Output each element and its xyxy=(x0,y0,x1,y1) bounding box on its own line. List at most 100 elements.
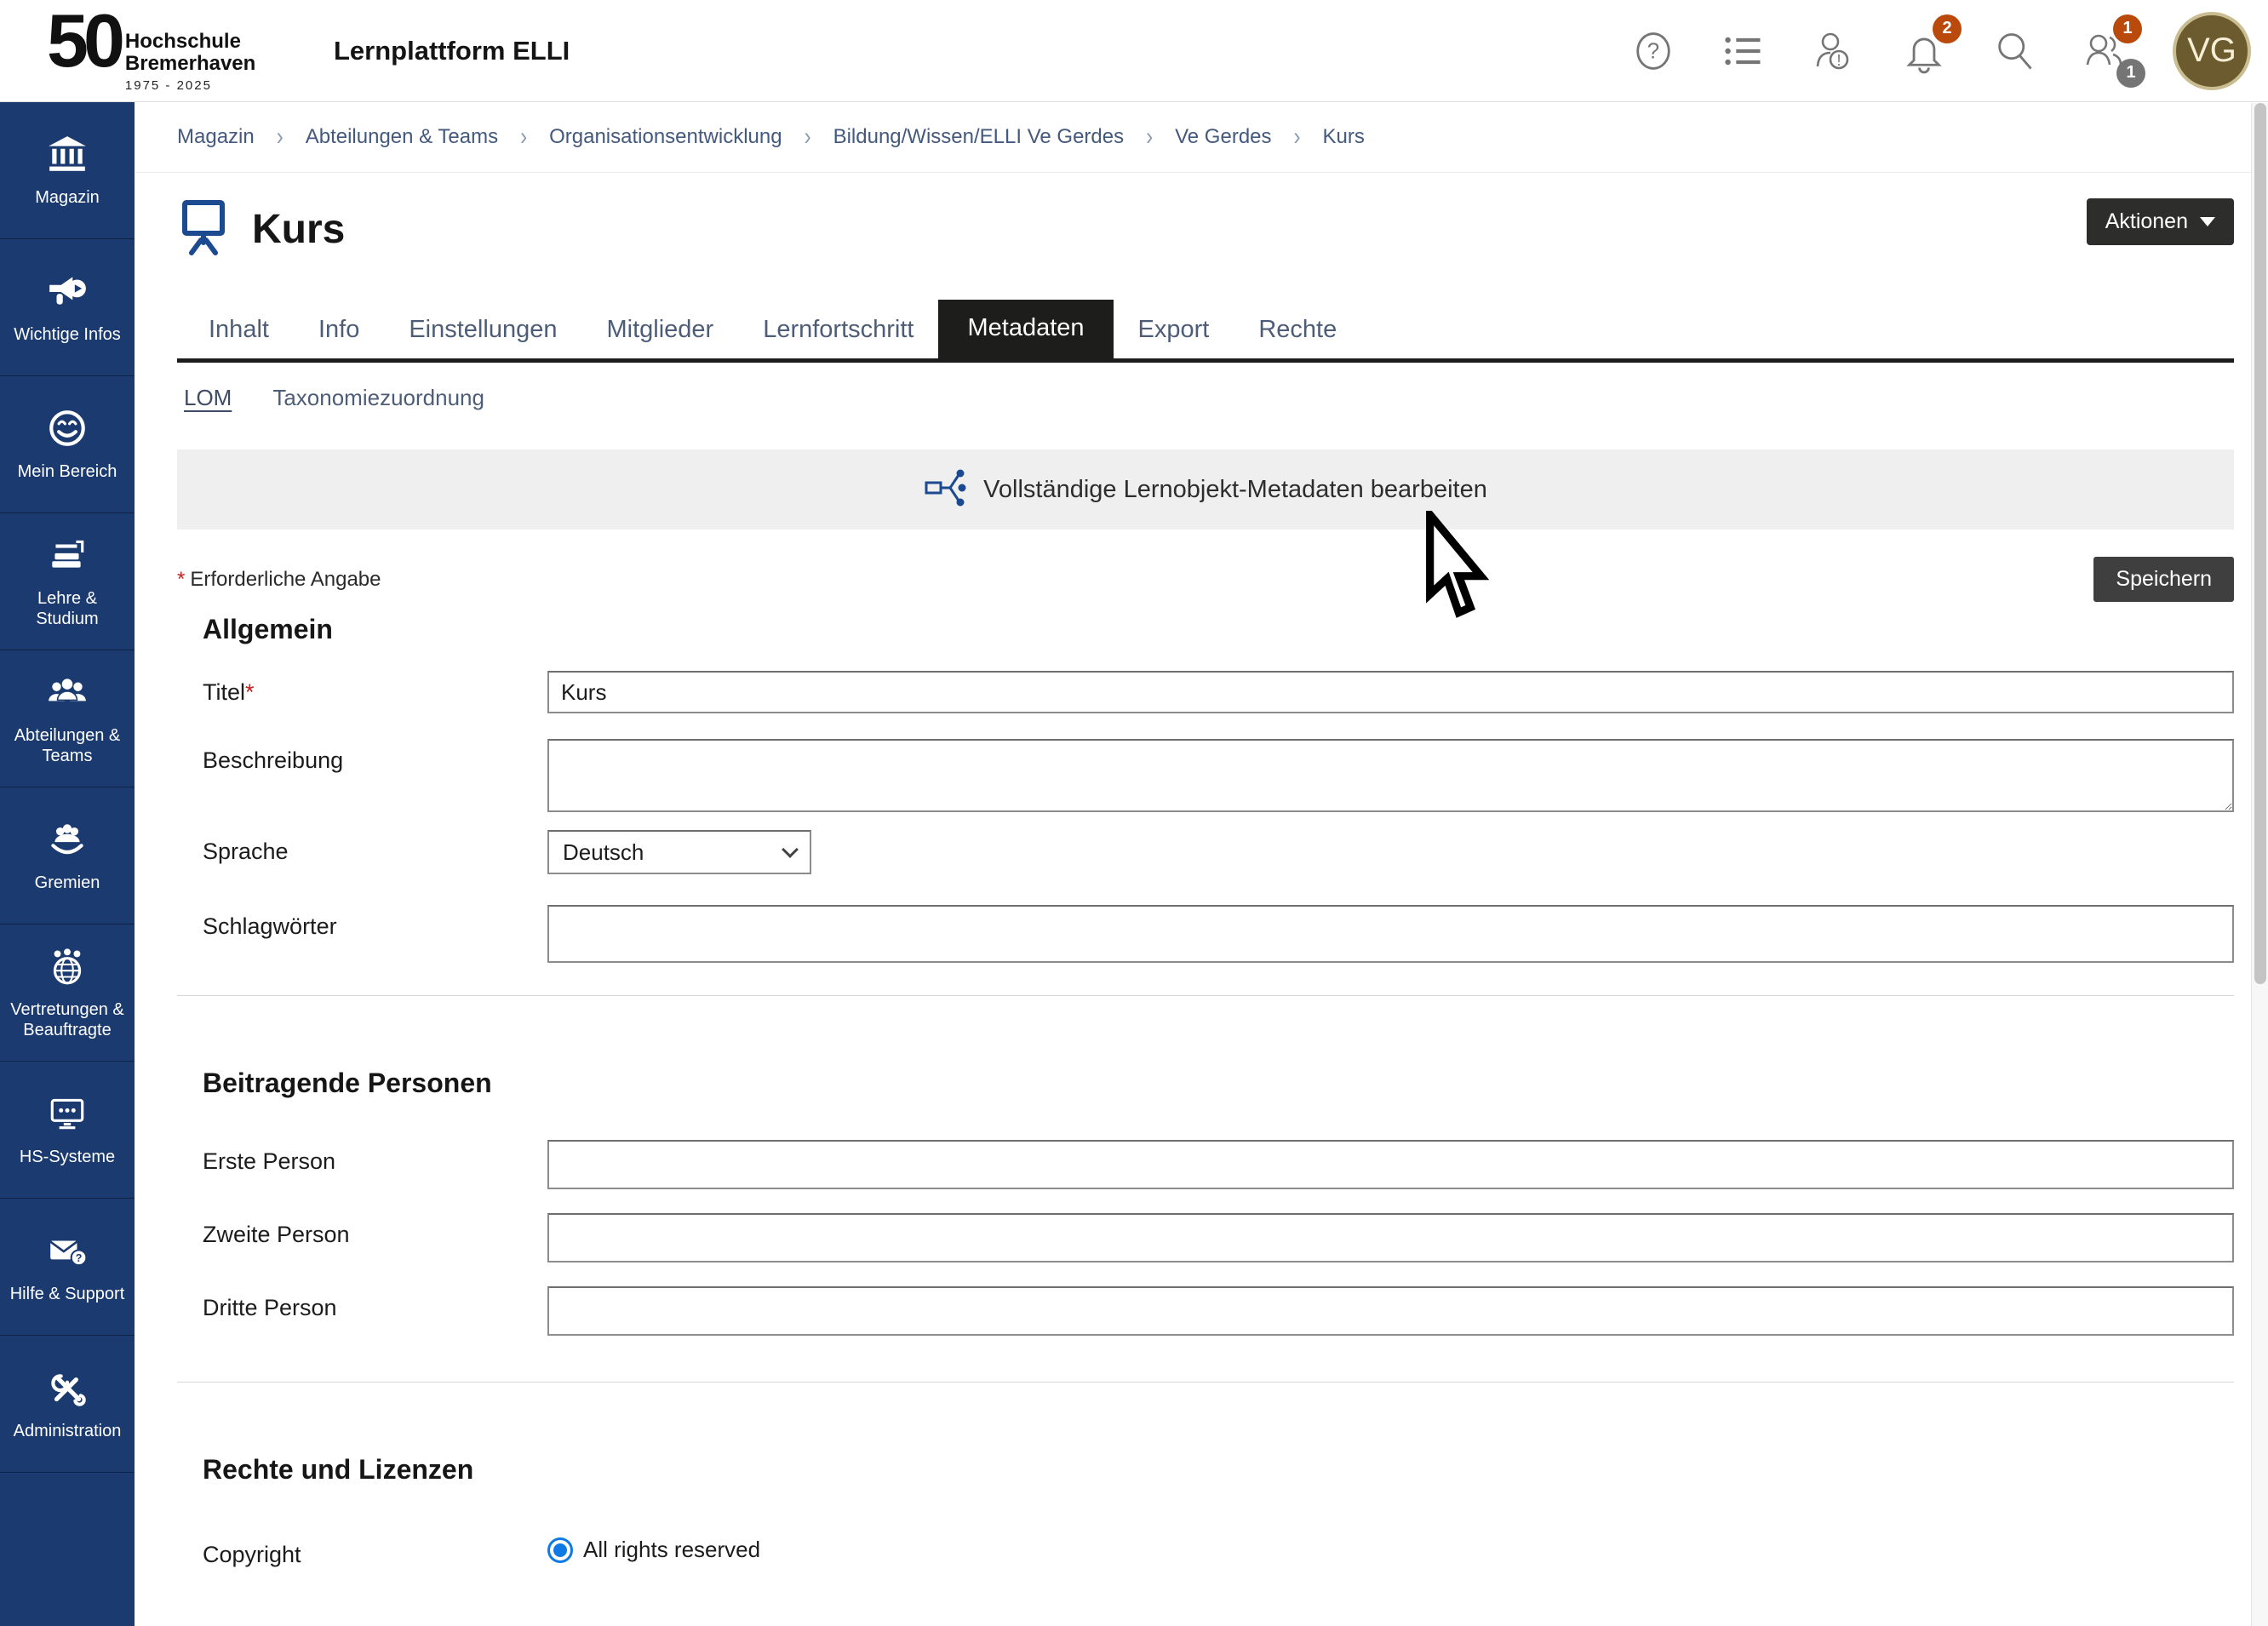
breadcrumb-item[interactable]: Kurs xyxy=(1323,125,1365,149)
breadcrumb-item[interactable]: Bildung/Wissen/ELLI Ve Gerdes xyxy=(833,125,1125,149)
breadcrumb-item[interactable]: Abteilungen & Teams xyxy=(306,125,498,149)
app-window: 50 Hochschule Bremerhaven 1975 - 2025 Le… xyxy=(0,0,2268,1626)
page-content: Kurs Aktionen Inhalt Info Einstellungen … xyxy=(135,173,2268,1626)
sidebar-item-mein-bereich[interactable]: Mein Bereich xyxy=(0,376,135,513)
bank-icon xyxy=(46,133,89,180)
course-board-icon xyxy=(177,198,230,261)
contacts-badge-bottom: 1 xyxy=(2116,59,2145,88)
megaphone-icon xyxy=(46,270,89,317)
contacts-icon[interactable]: 1 1 xyxy=(2082,26,2127,76)
sidebar-item-administration[interactable]: Administration xyxy=(0,1336,135,1473)
sprache-selected-value: Deutsch xyxy=(563,839,644,866)
beschreibung-textarea[interactable] xyxy=(547,739,2234,812)
tab-info[interactable]: Info xyxy=(294,303,384,358)
tab-mitglieder[interactable]: Mitglieder xyxy=(581,303,738,358)
sidebar-item-hs-systeme[interactable]: HS-Systeme xyxy=(0,1062,135,1199)
edit-full-metadata-banner[interactable]: Vollständige Lernobjekt-Metadaten bearbe… xyxy=(177,449,2234,530)
zweite-person-input[interactable] xyxy=(547,1213,2234,1262)
notifications-bell-icon[interactable]: 2 xyxy=(1902,26,1946,76)
erste-person-input[interactable] xyxy=(547,1140,2234,1189)
section-rechte-title: Rechte und Lizenzen xyxy=(203,1454,2234,1486)
aktionen-label: Aktionen xyxy=(2105,209,2188,234)
sidebar-label: Gremien xyxy=(35,873,100,893)
books-cap-icon xyxy=(46,534,89,581)
dritte-person-label: Dritte Person xyxy=(203,1286,547,1321)
tab-bar: Inhalt Info Einstellungen Mitglieder Ler… xyxy=(177,300,2234,363)
bell-badge: 2 xyxy=(1933,14,1962,43)
required-note: *Erforderliche Angabe xyxy=(177,568,381,592)
tab-metadaten[interactable]: Metadaten xyxy=(938,300,1113,358)
sprache-select[interactable]: Deutsch xyxy=(547,830,811,874)
sidebar-item-abteilungen-teams[interactable]: Abteilungen & Teams xyxy=(0,650,135,787)
required-asterisk: * xyxy=(177,568,185,591)
sidebar-item-magazin[interactable]: Magazin xyxy=(0,102,135,239)
erste-person-label: Erste Person xyxy=(203,1140,547,1175)
sidebar-item-hilfe-support[interactable]: ? Hilfe & Support xyxy=(0,1199,135,1336)
scrollbar-thumb[interactable] xyxy=(2254,103,2266,984)
subtab-taxonomiezuordnung[interactable]: Taxonomiezuordnung xyxy=(272,385,484,411)
sprache-label: Sprache xyxy=(203,830,547,865)
speichern-button[interactable]: Speichern xyxy=(2093,557,2234,602)
main-sidebar: Magazin Wichtige Infos Mein Bereich xyxy=(0,102,135,1626)
section-divider xyxy=(177,1382,2234,1383)
sidebar-label: Lehre & Studium xyxy=(5,588,129,630)
page-title: Kurs xyxy=(252,206,345,253)
main-area: Magazin › Abteilungen & Teams › Organisa… xyxy=(135,102,2268,1626)
subtab-lom[interactable]: LOM xyxy=(184,385,232,411)
sidebar-item-wichtige-infos[interactable]: Wichtige Infos xyxy=(0,239,135,376)
breadcrumb-item[interactable]: Ve Gerdes xyxy=(1175,125,1271,149)
sidebar-item-lehre-studium[interactable]: Lehre & Studium xyxy=(0,513,135,650)
section-personen-title: Beitragende Personen xyxy=(203,1068,2234,1099)
svg-text:?: ? xyxy=(1647,39,1659,63)
sidebar-label: Mein Bereich xyxy=(18,461,117,482)
logo-line1: Hochschule xyxy=(125,31,255,52)
chevron-down-icon xyxy=(782,841,799,858)
copyright-option-label: All rights reserved xyxy=(583,1537,760,1563)
search-icon[interactable] xyxy=(1992,26,2036,76)
sidebar-item-vertretungen[interactable]: Vertretungen & Beauftragte xyxy=(0,925,135,1062)
copyright-radio[interactable] xyxy=(547,1537,573,1563)
breadcrumb-item[interactable]: Magazin xyxy=(177,125,255,149)
section-allgemein-title: Allgemein xyxy=(203,614,2234,645)
user-session-alert-icon[interactable]: ! xyxy=(1812,26,1856,76)
sidebar-label: Magazin xyxy=(35,187,100,208)
logo-50: 50 xyxy=(47,9,120,73)
vertical-scrollbar[interactable] xyxy=(2251,103,2268,1626)
logo-line2: Bremerhaven xyxy=(125,53,255,74)
sidebar-label: Hilfe & Support xyxy=(10,1284,125,1304)
tab-rechte[interactable]: Rechte xyxy=(1234,303,1361,358)
tab-inhalt[interactable]: Inhalt xyxy=(184,303,294,358)
dritte-person-input[interactable] xyxy=(547,1286,2234,1336)
help-icon[interactable]: ? xyxy=(1631,26,1675,76)
breadcrumb-item[interactable]: Organisationsentwicklung xyxy=(549,125,782,149)
titel-input[interactable] xyxy=(547,671,2234,713)
logo-years: 1975 - 2025 xyxy=(125,78,255,93)
copyright-label: Copyright xyxy=(203,1533,547,1568)
people-group-icon xyxy=(46,671,89,718)
sidebar-empty-area xyxy=(0,1473,135,1626)
header-icon-bar: ? ! xyxy=(1631,12,2251,90)
sidebar-label: HS-Systeme xyxy=(20,1147,115,1167)
mail-question-icon: ? xyxy=(46,1229,89,1276)
app-title: Lernplattform ELLI xyxy=(334,36,570,66)
university-logo: 50 Hochschule Bremerhaven 1975 - 2025 xyxy=(47,9,281,92)
tab-lernfortschritt[interactable]: Lernfortschritt xyxy=(738,303,938,358)
hand-people-icon xyxy=(46,818,89,865)
user-avatar[interactable]: VG xyxy=(2173,12,2251,90)
sidebar-label: Abteilungen & Teams xyxy=(5,725,129,767)
titel-label-text: Titel xyxy=(203,679,245,705)
globe-people-icon xyxy=(46,945,89,992)
tab-einstellungen[interactable]: Einstellungen xyxy=(384,303,581,358)
schlagwoerter-label: Schlagwörter xyxy=(203,905,547,940)
sidebar-item-gremien[interactable]: Gremien xyxy=(0,787,135,925)
tab-export[interactable]: Export xyxy=(1114,303,1234,358)
subtab-bar: LOM Taxonomiezuordnung xyxy=(184,385,2234,411)
logo-text: Hochschule Bremerhaven 1975 - 2025 xyxy=(125,31,255,92)
aktionen-button[interactable]: Aktionen xyxy=(2087,198,2234,245)
breadcrumb-separator: › xyxy=(805,123,811,152)
list-menu-icon[interactable] xyxy=(1721,26,1766,76)
schlagwoerter-input[interactable] xyxy=(547,905,2234,963)
sidebar-label: Administration xyxy=(14,1421,122,1441)
monitor-password-icon xyxy=(46,1092,89,1139)
top-header: 50 Hochschule Bremerhaven 1975 - 2025 Le… xyxy=(0,0,2268,102)
